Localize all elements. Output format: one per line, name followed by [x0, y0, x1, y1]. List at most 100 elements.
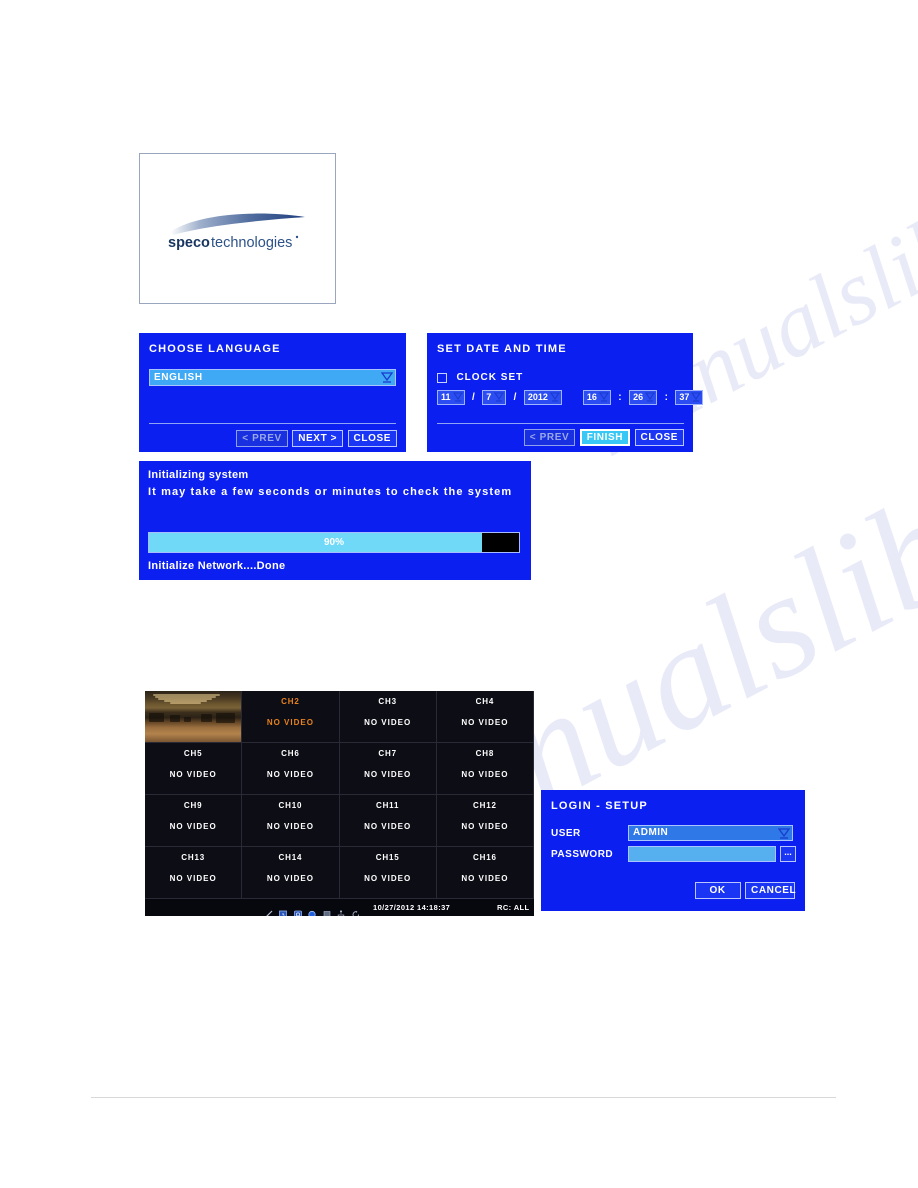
page-footer-divider — [91, 1097, 836, 1098]
date-prev-button[interactable]: < PREV — [523, 429, 576, 447]
login-title: LOGIN - SETUP — [551, 800, 648, 812]
camera-cell-ch10[interactable]: CH10 NO VIDEO — [242, 795, 340, 847]
lang-prev-button[interactable]: < PREV — [236, 430, 288, 448]
camera-label: CH15 — [375, 853, 400, 862]
camera-cell-ch7[interactable]: CH7 NO VIDEO — [339, 743, 437, 795]
clock-icon — [279, 906, 288, 916]
camera-label: CH8 — [475, 749, 495, 758]
login-cancel-button[interactable]: CANCEL — [745, 882, 796, 900]
camera-status: NO VIDEO — [266, 822, 314, 831]
camera-label: CH6 — [281, 749, 300, 758]
camera-cell-ch15[interactable]: CH15 NO VIDEO — [339, 847, 437, 899]
date-close-button[interactable]: CLOSE — [634, 429, 684, 447]
chevron-down-icon — [549, 391, 560, 403]
camera-cell-ch14[interactable]: CH14 NO VIDEO — [242, 847, 340, 899]
init-progress-bar: 90% — [148, 532, 520, 553]
record-icon — [308, 906, 316, 916]
month-field[interactable]: 11 — [437, 390, 465, 406]
camera-cell-ch9[interactable]: CH9 NO VIDEO — [145, 795, 243, 847]
status-bar-remote-control: RC: ALL — [497, 903, 530, 912]
camera-status: NO VIDEO — [266, 770, 314, 779]
camera-label: CH10 — [278, 801, 303, 810]
date-separator-2: / — [513, 392, 517, 404]
language-select[interactable]: ENGLISH — [149, 369, 396, 386]
splash-screen: speco technologies — [139, 153, 336, 304]
camera-label: CH3 — [378, 697, 397, 706]
time-separator-1: : — [618, 392, 622, 404]
lang-next-button[interactable]: NEXT > — [292, 430, 344, 448]
camera-label: CH13 — [181, 853, 205, 862]
year-field[interactable]: 2012 — [523, 390, 562, 406]
language-select-value: ENGLISH — [154, 372, 203, 383]
hour-value: 16 — [586, 392, 597, 403]
divider — [437, 423, 684, 424]
camera-status: NO VIDEO — [461, 822, 509, 831]
chevron-down-icon — [598, 391, 609, 403]
camera-cell-ch5[interactable]: CH5 NO VIDEO — [145, 743, 243, 795]
set-date-time-dialog: SET DATE AND TIME CLOCK SET 11 / 7 / 201… — [427, 333, 704, 452]
pointer-icon — [265, 906, 273, 916]
chevron-down-icon — [691, 391, 702, 403]
camera-status: NO VIDEO — [364, 718, 412, 727]
camera-status: NO VIDEO — [461, 718, 509, 727]
month-value: 11 — [441, 392, 451, 403]
set-date-time-title: SET DATE AND TIME — [437, 343, 567, 355]
camera-cell-ch3[interactable]: CH3 NO VIDEO — [339, 691, 437, 743]
status-bar-timestamp: 10/27/2012 14:18:37 — [373, 903, 451, 912]
hour-field[interactable]: 16 — [582, 390, 611, 406]
camera-cell-ch4[interactable]: CH4 NO VIDEO — [436, 691, 534, 743]
second-field[interactable]: 37 — [675, 390, 704, 406]
camera-label: CH12 — [473, 801, 497, 810]
camera-status: NO VIDEO — [169, 822, 217, 831]
camera-status: NO VIDEO — [266, 718, 314, 727]
camera-status: NO VIDEO — [461, 874, 509, 883]
camera-cell-ch6[interactable]: CH6 NO VIDEO — [242, 743, 340, 795]
user-label: USER — [551, 828, 581, 839]
hdd-icon — [323, 906, 331, 916]
camera-label: CH2 — [281, 697, 300, 706]
lang-close-button[interactable]: CLOSE — [347, 430, 397, 448]
login-ok-button[interactable]: OK — [694, 882, 741, 900]
init-progress-label: 90% — [323, 537, 344, 548]
minute-field[interactable]: 26 — [629, 390, 658, 406]
chevron-down-icon — [645, 391, 656, 403]
choose-language-title: CHOOSE LANGUAGE — [149, 343, 281, 355]
camera-status: NO VIDEO — [461, 770, 509, 779]
datetime-fields: 11 / 7 / 2012 16 : 26: 37 — [437, 389, 704, 407]
camera-cell-ch11[interactable]: CH11 NO VIDEO — [339, 795, 437, 847]
speco-technologies-logo: speco technologies — [164, 211, 312, 251]
camera-label: CH11 — [376, 801, 400, 810]
camera-cell-ch1[interactable] — [145, 691, 243, 743]
camera-status: NO VIDEO — [364, 822, 412, 831]
minute-value: 26 — [633, 392, 644, 403]
user-select[interactable]: ADMIN — [628, 825, 793, 841]
camera-status: NO VIDEO — [169, 770, 217, 779]
chevron-down-icon — [777, 827, 791, 840]
camera-cell-ch12[interactable]: CH12 NO VIDEO — [436, 795, 534, 847]
camera-label: CH7 — [378, 749, 397, 758]
dvr-live-view: CH2 NO VIDEO CH3 NO VIDEO CH4 NO VIDEO CH5 NO V… — [145, 691, 534, 916]
chevron-down-icon — [380, 371, 394, 384]
day-value: 7 — [486, 392, 492, 403]
clock-set-checkbox-row[interactable]: CLOCK SET — [437, 369, 523, 387]
clock-set-checkbox[interactable] — [437, 372, 447, 383]
camera-cell-ch13[interactable]: CH13 NO VIDEO — [145, 847, 243, 899]
camera-cell-ch16[interactable]: CH16 NO VIDEO — [436, 847, 534, 899]
camera-label: CH9 — [183, 801, 203, 810]
password-input[interactable] — [628, 846, 776, 862]
camera-label: CH4 — [475, 697, 495, 706]
camera-cell-ch2[interactable]: CH2 NO VIDEO — [242, 691, 340, 743]
camera-cell-ch8[interactable]: CH8 NO VIDEO — [436, 743, 534, 795]
user-select-value: ADMIN — [633, 827, 669, 838]
date-finish-button[interactable]: FINISH — [579, 429, 631, 447]
password-keypad-button[interactable]: ... — [780, 846, 796, 862]
day-field[interactable]: 7 — [482, 390, 507, 406]
camera-status: NO VIDEO — [266, 874, 314, 883]
init-subheading: It may take a few seconds or minutes to … — [148, 486, 513, 498]
camera-label: CH14 — [278, 853, 303, 862]
sequence-icon — [352, 906, 360, 916]
camera-thumbnail — [145, 691, 242, 742]
network-icon — [337, 906, 345, 916]
init-status-line: Initialize Network....Done — [148, 560, 286, 572]
initializing-system-panel: Initializing system It may take a few se… — [139, 461, 531, 580]
